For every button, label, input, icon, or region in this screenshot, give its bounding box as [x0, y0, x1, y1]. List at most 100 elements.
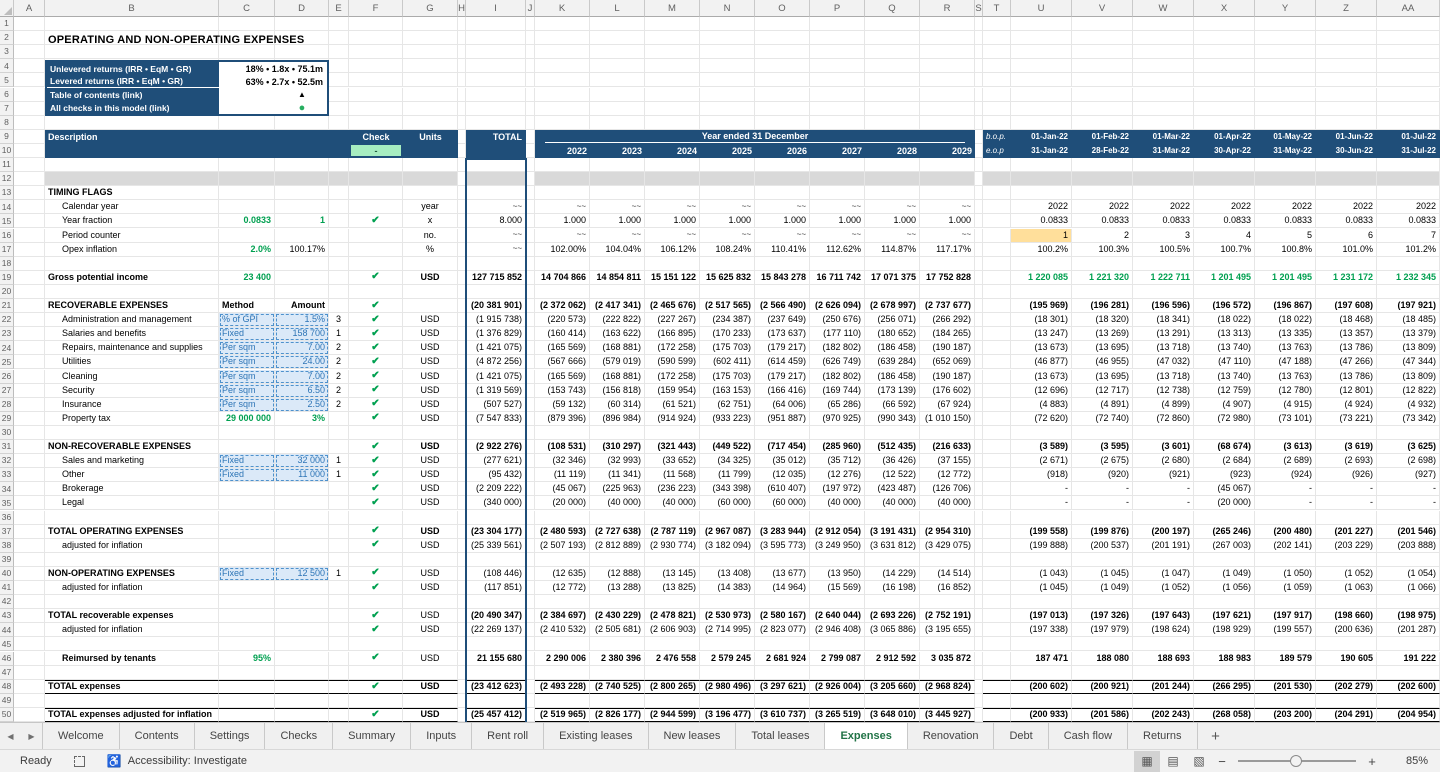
cell-AA36[interactable] [1377, 511, 1440, 525]
cell-L33[interactable]: (11 341) [590, 468, 645, 482]
cell-V47[interactable] [1072, 666, 1133, 680]
cell-K6[interactable] [535, 88, 590, 102]
cell-X27[interactable]: (12 759) [1194, 384, 1255, 398]
cell-H18[interactable] [458, 257, 466, 271]
cell-M11[interactable] [645, 158, 700, 172]
cell-J27[interactable] [526, 384, 535, 398]
cell-G43[interactable]: USD [403, 609, 458, 623]
cell-J2[interactable] [526, 31, 535, 45]
cell-X48[interactable]: (266 295) [1194, 680, 1255, 694]
cell-L42[interactable] [590, 595, 645, 609]
cell-F2[interactable] [349, 31, 403, 45]
cell-A16[interactable] [14, 229, 45, 243]
col-header-G[interactable]: G [403, 0, 458, 17]
accessibility-icon[interactable]: ♿ [107, 754, 122, 768]
cell-U50[interactable]: (200 933) [1011, 708, 1072, 722]
cell-H33[interactable] [458, 468, 466, 482]
cell-F18[interactable] [349, 257, 403, 271]
cell-N8[interactable] [700, 116, 755, 130]
cell-T18[interactable] [983, 257, 1011, 271]
cell-K17[interactable]: 102.00% [535, 243, 590, 257]
cell-L21[interactable]: (2 417 341) [590, 299, 645, 313]
cell-L12[interactable] [590, 172, 645, 186]
cell-K46[interactable]: 2 290 006 [535, 652, 590, 666]
cell-N23[interactable]: (170 233) [700, 327, 755, 341]
cell-R22[interactable]: (266 292) [920, 313, 975, 327]
cell-E15[interactable] [329, 214, 349, 228]
row-header-36[interactable]: 36 [0, 511, 14, 525]
cell-F37[interactable]: ✔ [349, 525, 403, 539]
cell-I28[interactable]: (507 527) [466, 398, 526, 412]
cell-W16[interactable]: 3 [1133, 229, 1194, 243]
cell-E25[interactable]: 2 [329, 355, 349, 369]
cell-Z38[interactable]: (203 229) [1316, 539, 1377, 553]
cell-E14[interactable] [329, 200, 349, 214]
bop-date-4[interactable]: 01-Apr-22 [1194, 130, 1255, 144]
cell-V42[interactable] [1072, 595, 1133, 609]
cell-W13[interactable] [1133, 186, 1194, 200]
cell-K32[interactable]: (32 346) [535, 454, 590, 468]
cell-Q4[interactable] [865, 59, 920, 73]
cell-AA6[interactable] [1377, 88, 1440, 102]
cell-D44[interactable] [275, 623, 329, 637]
cell-AA27[interactable]: (12 822) [1377, 384, 1440, 398]
cell-V50[interactable]: (201 586) [1072, 708, 1133, 722]
cell-AA49[interactable] [1377, 694, 1440, 708]
cell-H3[interactable] [458, 45, 466, 59]
cell-A29[interactable] [14, 412, 45, 426]
cell-C8[interactable] [219, 116, 275, 130]
cell-S25[interactable] [975, 355, 983, 369]
cell-T30[interactable] [983, 426, 1011, 440]
cell-A12[interactable] [14, 172, 45, 186]
cell-T29[interactable] [983, 412, 1011, 426]
cell-S23[interactable] [975, 327, 983, 341]
cell-D37[interactable] [275, 525, 329, 539]
cell-Q14[interactable]: ~~ [865, 200, 920, 214]
cell-N3[interactable] [700, 45, 755, 59]
cell-Y37[interactable]: (200 480) [1255, 525, 1316, 539]
cell-B21[interactable]: RECOVERABLE EXPENSES [45, 299, 219, 313]
cell-P25[interactable]: (626 749) [810, 355, 865, 369]
cell-F40[interactable]: ✔ [349, 567, 403, 581]
cell-S12[interactable] [975, 172, 983, 186]
cell-F41[interactable]: ✔ [349, 581, 403, 595]
zoom-out-button[interactable]: − [1212, 754, 1232, 769]
cell-K33[interactable]: (11 119) [535, 468, 590, 482]
cell-A19[interactable] [14, 271, 45, 285]
cell-W15[interactable]: 0.0833 [1133, 214, 1194, 228]
cell-AA2[interactable] [1377, 31, 1440, 45]
cell-G41[interactable]: USD [403, 581, 458, 595]
cell-Z33[interactable]: (926) [1316, 468, 1377, 482]
cell-Q32[interactable]: (36 426) [865, 454, 920, 468]
cell-C27[interactable]: Per sqm [219, 384, 275, 398]
tab-existing-leases[interactable]: Existing leases [544, 723, 648, 749]
cell-I5[interactable] [466, 73, 526, 87]
cell-L41[interactable]: (13 288) [590, 581, 645, 595]
cell-S24[interactable] [975, 341, 983, 355]
cell-R5[interactable] [920, 73, 975, 87]
cell-V44[interactable]: (197 979) [1072, 623, 1133, 637]
row-header-32[interactable]: 32 [0, 454, 14, 468]
cell-G20[interactable] [403, 285, 458, 299]
cell-E21[interactable] [329, 299, 349, 313]
cell-Q30[interactable] [865, 426, 920, 440]
cell-V34[interactable]: - [1072, 482, 1133, 496]
row-header-26[interactable]: 26 [0, 370, 14, 384]
cell-AA29[interactable]: (73 342) [1377, 412, 1440, 426]
cell-Z15[interactable]: 0.0833 [1316, 214, 1377, 228]
year-header-2028[interactable]: 2028 [865, 144, 920, 158]
cell-F34[interactable]: ✔ [349, 482, 403, 496]
cell-P33[interactable]: (12 276) [810, 468, 865, 482]
cell-C41[interactable] [219, 581, 275, 595]
cell-W41[interactable]: (1 052) [1133, 581, 1194, 595]
cell-N19[interactable]: 15 625 832 [700, 271, 755, 285]
cell-J31[interactable] [526, 440, 535, 454]
cell-Y21[interactable]: (196 867) [1255, 299, 1316, 313]
cell-M35[interactable]: (40 000) [645, 496, 700, 510]
cell-Q17[interactable]: 114.87% [865, 243, 920, 257]
cell-H23[interactable] [458, 327, 466, 341]
cell-V19[interactable]: 1 221 320 [1072, 271, 1133, 285]
cell-R18[interactable] [920, 257, 975, 271]
cell-D22[interactable]: 1.5% [275, 313, 329, 327]
cell-X23[interactable]: (13 313) [1194, 327, 1255, 341]
